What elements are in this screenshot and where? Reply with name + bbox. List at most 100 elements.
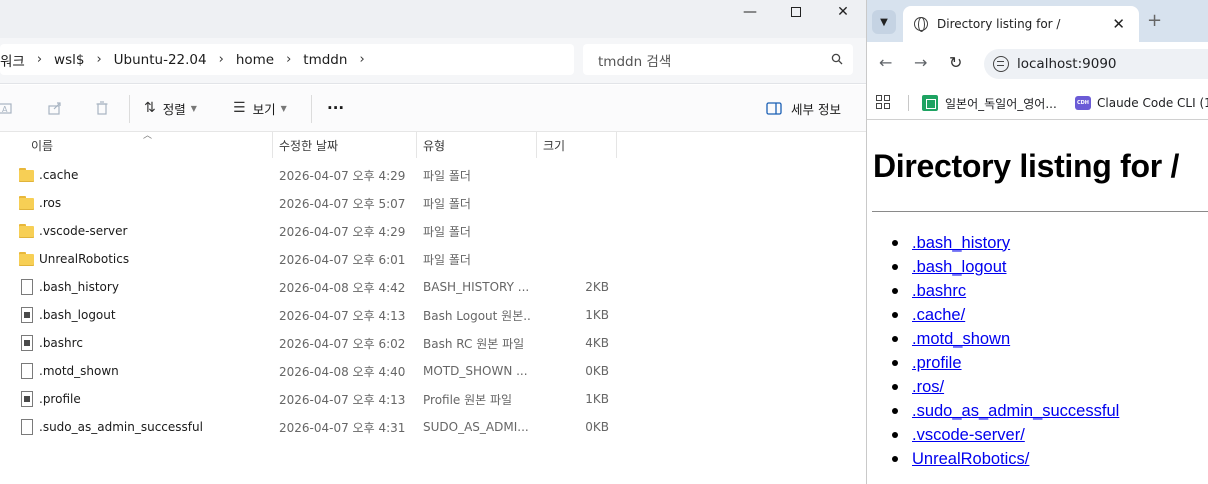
chevron-right-icon[interactable]: ›: [219, 52, 224, 67]
file-type: BASH_HISTORY ...: [423, 280, 530, 294]
directory-link[interactable]: .profile: [912, 354, 962, 373]
tab-search-button[interactable]: ▼: [872, 10, 896, 34]
directory-link[interactable]: .bash_logout: [912, 258, 1007, 277]
title-bar: — ✕: [0, 0, 866, 38]
back-icon[interactable]: ←: [879, 53, 892, 72]
file-name-cell[interactable]: .cache: [18, 161, 268, 189]
tab-directory-listing[interactable]: Directory listing for / ✕: [903, 6, 1139, 42]
directory-link[interactable]: UnrealRobotics/: [912, 450, 1029, 469]
file-row[interactable]: .bashrc 2026-04-07 오후 6:02 Bash RC 원본 파일 4K…: [0, 329, 866, 357]
file-row[interactable]: .ros 2026-04-07 오후 5:07 파일 폴더: [0, 189, 866, 217]
file-row[interactable]: .profile 2026-04-07 오후 4:13 Profile 원본 파일 1…: [0, 385, 866, 413]
toolbar-divider: [311, 95, 312, 123]
bullet-icon: [892, 384, 898, 390]
chevron-right-icon[interactable]: ›: [96, 52, 101, 67]
address-bar[interactable]: localhost:9090: [984, 49, 1208, 79]
column-resize-handle[interactable]: [416, 132, 417, 158]
column-header-size[interactable]: 크기: [543, 132, 613, 158]
file-row[interactable]: .bash_history 2026-04-08 오후 4:42 BASH_HIST…: [0, 273, 866, 301]
file-name-cell[interactable]: UnrealRobotics: [18, 245, 268, 273]
maximize-button[interactable]: [773, 0, 819, 24]
column-header-name[interactable]: 이름: [31, 132, 271, 158]
file-icon: [21, 279, 33, 295]
breadcrumb[interactable]: 워크 › wsl$ › Ubuntu-22.04 › home › tmddn …: [0, 44, 574, 75]
column-header-date[interactable]: 수정한 날짜: [279, 132, 414, 158]
directory-link[interactable]: .ros/: [912, 378, 944, 397]
file-date: 2026-04-07 오후 4:29: [279, 224, 406, 239]
directory-link[interactable]: .cache/: [912, 306, 965, 325]
directory-link[interactable]: .vscode-server/: [912, 426, 1025, 445]
breadcrumb-item-ubuntu[interactable]: Ubuntu-22.04: [114, 52, 207, 68]
view-button[interactable]: ☰ 보기 ▼: [233, 97, 287, 119]
directory-link[interactable]: .motd_shown: [912, 330, 1010, 349]
bookmarks-bar: 일본어_독일어_영어... CDH Claude Code CLI (1...: [867, 86, 1208, 120]
file-name-cell[interactable]: .bash_history: [18, 273, 268, 301]
file-name-cell[interactable]: .bash_logout: [18, 301, 268, 329]
file-size: [540, 161, 609, 189]
column-resize-handle[interactable]: [272, 132, 273, 158]
folder-icon: [18, 167, 35, 183]
bookmark-claude-code[interactable]: CDH Claude Code CLI (1...: [1075, 93, 1208, 113]
sort-button[interactable]: ⇅ 정렬 ▼: [144, 97, 197, 119]
site-info-icon[interactable]: [993, 56, 1009, 72]
file-name-cell[interactable]: .bashrc: [18, 329, 268, 357]
breadcrumb-item-wsl[interactable]: wsl$: [54, 52, 84, 68]
chevron-right-icon[interactable]: ›: [37, 52, 42, 67]
file-row[interactable]: UnrealRobotics 2026-04-07 오후 6:01 파일 폴더: [0, 245, 866, 273]
rename-icon[interactable]: A: [0, 99, 14, 117]
close-button[interactable]: ✕: [820, 0, 866, 24]
details-pane-button[interactable]: 세부 정보: [766, 97, 841, 119]
directory-link[interactable]: .sudo_as_admin_successful: [912, 402, 1119, 421]
folder-icon: [18, 195, 35, 211]
search-input[interactable]: tmddn 검색: [583, 44, 853, 75]
chevron-right-icon[interactable]: ›: [359, 52, 364, 67]
share-icon[interactable]: [46, 99, 64, 117]
sort-label: 정렬: [162, 101, 186, 117]
apps-grid-icon[interactable]: [876, 95, 890, 109]
tab-title: Directory listing for /: [937, 17, 1061, 31]
file-name-cell[interactable]: .motd_shown: [18, 357, 268, 385]
minimize-button[interactable]: —: [727, 0, 773, 24]
file-name-cell[interactable]: .profile: [18, 385, 268, 413]
column-header-name-label: 이름: [31, 138, 54, 153]
close-tab-icon[interactable]: ✕: [1112, 15, 1125, 33]
chevron-down-icon: ▼: [280, 103, 287, 113]
details-pane-icon: [766, 101, 782, 115]
file-row[interactable]: .bash_logout 2026-04-07 오후 4:13 Bash Logou…: [0, 301, 866, 329]
forward-icon[interactable]: →: [914, 53, 927, 72]
trash-icon[interactable]: [93, 99, 111, 117]
column-resize-handle[interactable]: [536, 132, 537, 158]
folder-icon: [18, 223, 35, 239]
bookmark-language-sheet[interactable]: 일본어_독일어_영어...: [922, 93, 1057, 113]
more-icon: ···: [327, 99, 345, 117]
file-name-cell[interactable]: .ros: [18, 189, 268, 217]
page-content: Directory listing for / .bash_history .ba…: [867, 121, 1208, 484]
file-size: 4KB: [585, 336, 609, 350]
column-resize-handle[interactable]: [616, 132, 617, 158]
directory-link[interactable]: .bashrc: [912, 282, 966, 301]
chevron-down-icon: ▼: [880, 16, 888, 28]
column-header-type[interactable]: 유형: [423, 132, 533, 158]
breadcrumb-item-network[interactable]: 워크: [0, 50, 25, 70]
file-date: 2026-04-07 오후 4:13: [279, 308, 406, 323]
file-name-cell[interactable]: .sudo_as_admin_successful: [18, 413, 268, 441]
file-row[interactable]: .cache 2026-04-07 오후 4:29 파일 폴더: [0, 161, 866, 189]
file-row[interactable]: .motd_shown 2026-04-08 오후 4:40 MOTD_SHOWN …: [0, 357, 866, 385]
directory-link[interactable]: .bash_history: [912, 234, 1010, 253]
file-row[interactable]: .sudo_as_admin_successful 2026-04-07 오후 4…: [0, 413, 866, 441]
new-tab-icon[interactable]: +: [1147, 10, 1162, 31]
file-icon: [21, 391, 33, 407]
file-type: Bash Logout 원본...: [423, 308, 531, 323]
file-row[interactable]: .vscode-server 2026-04-07 오후 4:29 파일 폴더: [0, 217, 866, 245]
file-name: .vscode-server: [39, 224, 128, 238]
more-options-button[interactable]: ···: [327, 97, 344, 119]
command-bar: A ⇅ 정렬 ▼ ☰ 보기 ▼ ··· 세부 정보: [0, 85, 866, 132]
file-name: UnrealRobotics: [39, 252, 130, 266]
reload-icon[interactable]: ↻: [949, 53, 962, 72]
breadcrumb-item-tmddn[interactable]: tmddn: [303, 52, 347, 68]
breadcrumb-item-home[interactable]: home: [236, 52, 274, 68]
file-name-cell[interactable]: .vscode-server: [18, 217, 268, 245]
directory-list-item: .ros/: [892, 375, 1119, 399]
chevron-right-icon[interactable]: ›: [286, 52, 291, 67]
file-type: Bash RC 원본 파일: [423, 336, 525, 351]
